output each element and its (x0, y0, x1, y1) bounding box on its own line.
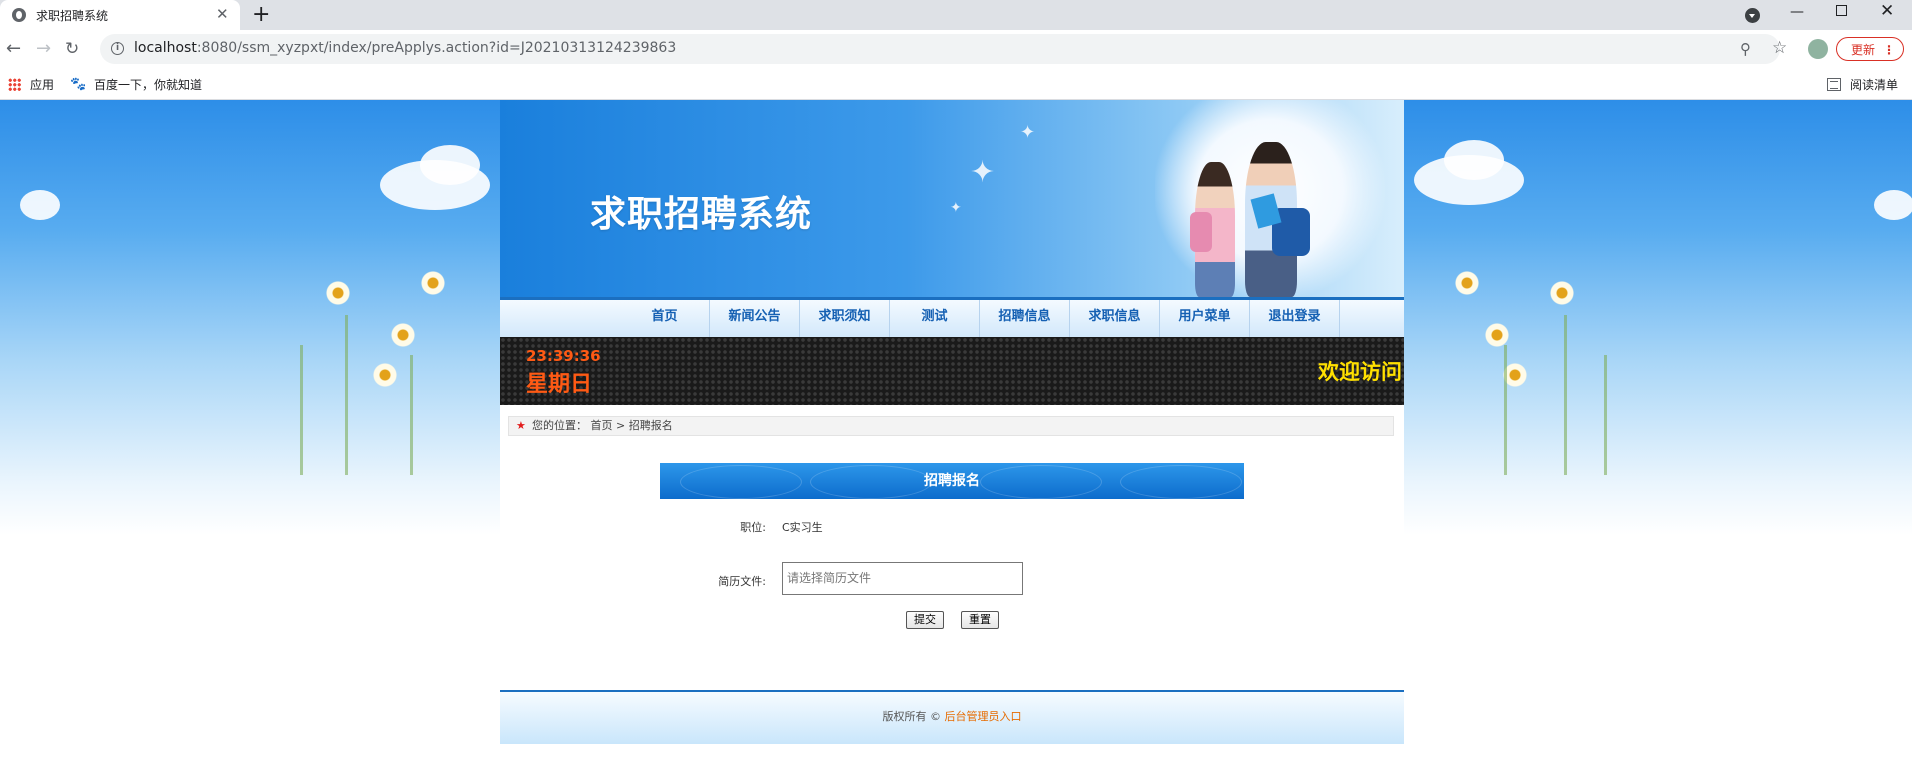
resume-label: 简历文件: (718, 575, 766, 588)
reading-list-icon (1827, 78, 1841, 91)
browser-toolbar: ← → ↻ i localhost:8080/ssm_xyzpxt/index/… (0, 30, 1912, 70)
address-bar[interactable]: i localhost:8080/ssm_xyzpxt/index/preApp… (100, 34, 1787, 64)
reading-list-button[interactable]: 阅读清单 (1850, 76, 1898, 93)
restore-icon[interactable] (1836, 5, 1847, 16)
back-arrow-icon[interactable]: ← (6, 38, 21, 60)
bookmarks-bar: 应用 🐾 百度一下，你就知道 阅读清单 (0, 70, 1912, 100)
sparkle-icon: ✦ (970, 155, 996, 190)
star-icon[interactable]: ☆ (1772, 38, 1787, 58)
position-value: C实习生 (782, 521, 823, 534)
form-title: 招聘报名 (924, 473, 980, 489)
led-marquee: 欢迎访问 (1318, 360, 1402, 384)
reset-button[interactable]: 重置 (961, 611, 999, 629)
plus-icon[interactable]: + (252, 2, 270, 28)
position-label: 职位: (740, 521, 766, 534)
pink-backpack-icon (1190, 212, 1212, 252)
nav-logout[interactable]: 退出登录 (1250, 300, 1340, 337)
bookmark-apps[interactable]: 应用 (30, 76, 54, 93)
tab-search-icon[interactable] (1745, 8, 1760, 23)
nav-test[interactable]: 测试 (890, 300, 980, 337)
resume-file-input[interactable]: 请选择简历文件 (782, 562, 1023, 595)
sparkle-icon: ✦ (1020, 122, 1036, 143)
breadcrumb-separator: > (616, 419, 626, 432)
close-icon[interactable]: ✕ (216, 5, 229, 23)
zoom-icon[interactable]: ⚲ (1740, 40, 1751, 58)
browser-tab[interactable]: 求职招聘系统 ✕ (0, 0, 240, 30)
apps-icon[interactable] (8, 78, 21, 91)
breadcrumb: ★ 您的位置： 首页 > 招聘报名 (508, 416, 1394, 436)
sparkle-icon: ✦ (950, 200, 962, 216)
page-container: ✦ ✦ ✦ 求职招聘系统 首页 新闻公告 求职须知 测试 招聘信息 求职信息 用… (500, 100, 1404, 765)
more-icon: ⋮ (1883, 43, 1895, 57)
minimize-icon[interactable]: — (1790, 4, 1804, 20)
led-clock-bar: 23:39:36 星期日 欢迎访问 (500, 337, 1404, 405)
led-weekday: 星期日 (526, 372, 593, 397)
background-left (0, 100, 500, 535)
nav-jobseeker-info[interactable]: 求职信息 (1070, 300, 1160, 337)
nav-recruit-info[interactable]: 招聘信息 (980, 300, 1070, 337)
update-button[interactable]: 更新 ⋮ (1836, 37, 1904, 61)
copyright-text: 版权所有 © (882, 710, 942, 723)
background-right (1404, 100, 1912, 535)
breadcrumb-current: 招聘报名 (628, 419, 673, 432)
avatar[interactable] (1808, 39, 1828, 59)
page-viewport: ✦ ✦ ✦ 求职招聘系统 首页 新闻公告 求职须知 测试 招聘信息 求职信息 用… (0, 100, 1912, 765)
nav-home[interactable]: 首页 (620, 300, 710, 337)
baidu-icon: 🐾 (70, 77, 87, 92)
site-footer: 版权所有 © 后台管理员入口 (500, 690, 1404, 744)
globe-icon (12, 8, 26, 22)
url-text[interactable]: localhost:8080/ssm_xyzpxt/index/preApply… (134, 40, 676, 56)
site-banner: ✦ ✦ ✦ 求职招聘系统 (500, 100, 1404, 297)
nav-user-menu[interactable]: 用户菜单 (1160, 300, 1250, 337)
main-nav: 首页 新闻公告 求职须知 测试 招聘信息 求职信息 用户菜单 退出登录 (500, 297, 1404, 337)
breadcrumb-home[interactable]: 首页 (591, 419, 613, 432)
nav-news[interactable]: 新闻公告 (710, 300, 800, 337)
bookmark-baidu[interactable]: 百度一下，你就知道 (94, 76, 202, 93)
nav-job-guide[interactable]: 求职须知 (800, 300, 890, 337)
form-title-bar: 招聘报名 (660, 463, 1244, 499)
forward-arrow-icon[interactable]: → (36, 38, 51, 60)
window-close-icon[interactable]: ✕ (1880, 1, 1894, 21)
breadcrumb-prefix: 您的位置： (532, 419, 587, 432)
led-time: 23:39:36 (526, 347, 601, 365)
tab-title: 求职招聘系统 (36, 9, 109, 23)
reload-icon[interactable]: ↻ (65, 38, 79, 60)
admin-login-link[interactable]: 后台管理员入口 (945, 710, 1022, 723)
site-title: 求职招聘系统 (590, 194, 813, 235)
browser-tab-strip: 求职招聘系统 ✕ + — ✕ (0, 0, 1912, 30)
submit-button[interactable]: 提交 (906, 611, 944, 629)
red-star-icon: ★ (516, 419, 526, 432)
info-icon[interactable]: i (111, 42, 124, 55)
